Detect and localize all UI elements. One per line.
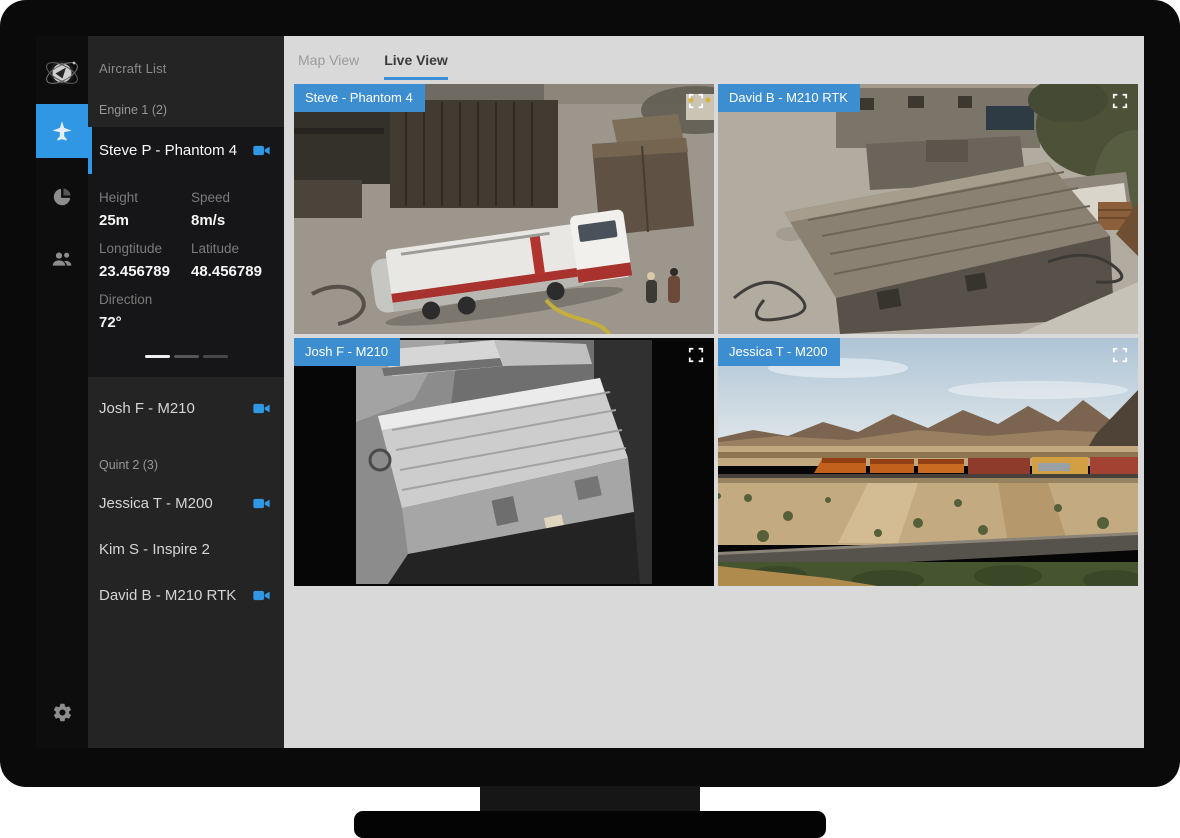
carousel-page-2[interactable] [174, 355, 199, 358]
aircraft-item-steve-p[interactable]: Steve P - Phantom 4 [88, 127, 284, 174]
aircraft-item-jessica-t[interactable]: Jessica T - M200 [88, 480, 284, 526]
telemetry-label: Speed [191, 190, 283, 205]
monitor-mockup: Aircraft List Engine 1 (2) Steve P - Pha… [0, 0, 1180, 838]
sidebar-nav-team[interactable] [36, 232, 88, 286]
feed-label: Steve - Phantom 4 [294, 84, 425, 112]
feed-image-desert-train [718, 338, 1138, 586]
aircraft-name: Steve P - Phantom 4 [99, 142, 237, 159]
monitor-stand-neck [480, 786, 700, 813]
carousel-page-3[interactable] [203, 355, 228, 358]
aircraft-item-josh-f[interactable]: Josh F - M210 [88, 385, 284, 431]
sidebar-nav-analytics[interactable] [36, 170, 88, 224]
telemetry-label: Direction [99, 292, 191, 307]
selected-indicator-bar [88, 127, 92, 174]
video-feed-david-m210rtk[interactable]: David B - M210 RTK [718, 84, 1138, 334]
aircraft-name: David B - M210 RTK [99, 587, 236, 604]
video-camera-icon[interactable] [253, 402, 270, 415]
telemetry-value: 25m [99, 212, 191, 229]
live-feed-grid: Steve - Phantom 4 [294, 84, 1144, 586]
aircraft-list-sidebar: Aircraft List Engine 1 (2) Steve P - Pha… [88, 36, 284, 748]
telemetry-label: Longtitude [99, 241, 191, 256]
group-label-quint2: Quint 2 (3) [88, 458, 284, 472]
telemetry-label: Latitude [191, 241, 283, 256]
people-icon [50, 247, 74, 271]
plane-icon [50, 119, 74, 143]
fullscreen-icon[interactable] [688, 347, 704, 363]
aircraft-name: Kim S - Inspire 2 [99, 541, 210, 558]
fullscreen-icon[interactable] [1112, 93, 1128, 109]
fullscreen-icon[interactable] [688, 93, 704, 109]
aircraft-name: Jessica T - M200 [99, 495, 213, 512]
tab-map-view[interactable]: Map View [298, 52, 359, 80]
feed-label: Jessica T - M200 [718, 338, 840, 366]
telemetry-value: 23.456789 [99, 263, 191, 280]
video-feed-steve-phantom4[interactable]: Steve - Phantom 4 [294, 84, 714, 334]
group-label-engine1: Engine 1 (2) [88, 103, 284, 117]
gear-icon [52, 702, 73, 723]
video-camera-icon[interactable] [253, 497, 270, 510]
feed-label: David B - M210 RTK [718, 84, 860, 112]
drone-orbit-logo-icon [43, 54, 81, 92]
feed-image-aerial-firetruck [294, 84, 714, 334]
feed-image-container-rooftop [718, 84, 1138, 334]
settings-button[interactable] [36, 684, 88, 740]
nav-icon-rail [36, 36, 88, 748]
sidebar-nav-aircraft[interactable] [36, 104, 88, 158]
fullscreen-icon[interactable] [1112, 347, 1128, 363]
pie-chart-icon [51, 186, 73, 208]
selected-aircraft-panel: Steve P - Phantom 4 Height Speed 25m 8m/… [88, 127, 284, 377]
video-feed-jessica-m200[interactable]: Jessica T - M200 [718, 338, 1138, 586]
video-feed-josh-m210[interactable]: Josh F - M210 [294, 338, 714, 586]
aircraft-name: Josh F - M210 [99, 400, 195, 417]
telemetry-label-empty [191, 292, 283, 307]
app-logo[interactable] [36, 42, 88, 104]
telemetry-carousel-dots [88, 331, 284, 373]
carousel-page-1[interactable] [145, 355, 170, 358]
telemetry-label: Height [99, 190, 191, 205]
telemetry-value: 8m/s [191, 212, 283, 229]
app-window: Aircraft List Engine 1 (2) Steve P - Pha… [36, 36, 1144, 748]
tab-live-view[interactable]: Live View [384, 52, 448, 80]
video-camera-icon[interactable] [253, 144, 270, 157]
sidebar-title: Aircraft List [88, 36, 284, 76]
monitor-stand-base [354, 811, 826, 838]
telemetry-value: 72° [99, 314, 191, 331]
aircraft-item-kim-s[interactable]: Kim S - Inspire 2 [88, 526, 284, 572]
main-content: Map View Live View [284, 36, 1144, 748]
view-tabs: Map View Live View [284, 36, 1144, 80]
feed-image-thermal-container [294, 338, 714, 586]
aircraft-item-david-b[interactable]: David B - M210 RTK [88, 572, 284, 618]
feed-label: Josh F - M210 [294, 338, 400, 366]
video-camera-icon[interactable] [253, 589, 270, 602]
telemetry-value: 48.456789 [191, 263, 283, 280]
telemetry-details: Height Speed 25m 8m/s Longtitude Latitud… [88, 174, 284, 331]
